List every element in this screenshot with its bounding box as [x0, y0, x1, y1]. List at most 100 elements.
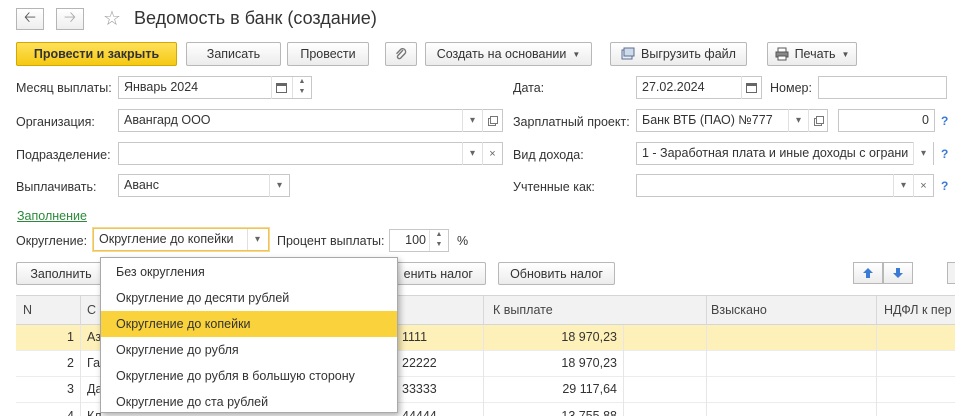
favorite-star-icon[interactable]: ☆	[103, 6, 121, 31]
percent-sign: %	[457, 234, 469, 248]
caret-down-icon: ▾	[469, 148, 476, 159]
row-account: 1111	[402, 330, 428, 344]
move-up-button[interactable]	[853, 262, 883, 284]
department-dropdown-button[interactable]: ▾	[462, 142, 482, 165]
caret-down-icon: ▾	[795, 115, 802, 126]
fill-section-link[interactable]: Заполнение	[17, 208, 87, 224]
caret-down-icon: ▾	[900, 180, 907, 191]
calendar-button[interactable]	[271, 76, 291, 99]
row-employee: Аз	[87, 330, 102, 344]
arrow-up-icon	[863, 268, 873, 278]
post-button[interactable]: Провести	[287, 42, 369, 66]
fill-button[interactable]: Заполнить	[16, 262, 106, 285]
rounding-dropdown-button[interactable]: ▾	[247, 229, 267, 250]
print-button[interactable]: Печать ▼	[767, 42, 857, 66]
income-type-dropdown-button[interactable]: ▾	[913, 142, 933, 165]
pay-dropdown-button[interactable]: ▾	[269, 174, 289, 197]
row-amount: 29 117,64	[562, 382, 617, 396]
salary-project-label: Зарплатный проект:	[513, 115, 630, 129]
number-field[interactable]	[818, 76, 947, 99]
salary-project-dropdown-button[interactable]: ▾	[788, 109, 808, 132]
dropdown-option-ruble[interactable]: Округление до рубля	[101, 337, 397, 363]
month-spinner[interactable]: ▲ ▼	[292, 77, 311, 98]
accounted-as-field[interactable]	[636, 174, 934, 197]
column-header-employee[interactable]: С	[87, 296, 96, 325]
income-type-field[interactable]: 1 - Заработная плата и иные доходы с огр…	[636, 142, 934, 165]
post-and-close-label: Провести и закрыть	[33, 47, 160, 61]
month-value: Январь 2024	[124, 80, 199, 94]
month-label: Месяц выплаты:	[16, 81, 112, 95]
calendar-icon	[276, 83, 287, 93]
attach-button[interactable]	[385, 42, 417, 66]
row-employee: Га	[87, 356, 101, 370]
dropdown-option-hundred-rubles[interactable]: Округление до ста рублей	[101, 389, 397, 415]
organization-field[interactable]: Авангард ООО	[118, 109, 503, 132]
spin-down-icon: ▼	[435, 241, 443, 248]
update-tax-button[interactable]: Обновить налог	[498, 262, 615, 285]
more-button[interactable]	[947, 262, 955, 284]
percent-spinner[interactable]: ▲ ▼	[429, 230, 448, 251]
organization-dropdown-button[interactable]: ▾	[462, 109, 482, 132]
back-button[interactable]: 🡠	[16, 8, 44, 30]
spin-down-icon: ▼	[298, 88, 306, 95]
dropdown-option-kopeck[interactable]: Округление до копейки	[101, 311, 397, 337]
department-field[interactable]	[118, 142, 503, 165]
caret-down-icon: ▾	[920, 148, 927, 159]
help-icon[interactable]: ?	[941, 179, 948, 193]
rounding-label: Округление:	[16, 234, 88, 248]
help-icon[interactable]: ?	[941, 114, 948, 128]
accounted-as-clear-button[interactable]: ×	[913, 174, 933, 197]
clear-icon: ×	[920, 179, 927, 192]
organization-open-button[interactable]	[482, 109, 502, 132]
department-label: Подразделение:	[16, 148, 111, 162]
post-label: Провести	[300, 47, 356, 61]
dropdown-option-no-rounding[interactable]: Без округления	[101, 259, 397, 285]
save-button[interactable]: Записать	[186, 42, 281, 66]
caret-down-icon: ▾	[469, 115, 476, 126]
rounding-value: Округление до копейки	[99, 232, 234, 246]
department-clear-button[interactable]: ×	[482, 142, 502, 165]
column-header-withheld[interactable]: Взыскано	[711, 296, 767, 325]
caret-down-icon: ▾	[276, 180, 283, 191]
rounding-field[interactable]: Округление до копейки	[93, 228, 269, 251]
column-header-n[interactable]: N	[23, 296, 32, 325]
pay-value: Аванс	[124, 178, 159, 192]
help-icon[interactable]: ?	[941, 147, 948, 161]
open-window-icon	[813, 115, 824, 126]
arrow-right-icon: 🡢	[63, 8, 77, 26]
row-number: 1	[67, 330, 74, 344]
row-account: 22222	[402, 356, 437, 370]
dropdown-option-ten-rubles[interactable]: Округление до десяти рублей	[101, 285, 397, 311]
move-down-button[interactable]	[883, 262, 913, 284]
spin-up-icon: ▲	[435, 231, 443, 238]
accounted-as-dropdown-button[interactable]: ▾	[893, 174, 913, 197]
date-calendar-button[interactable]	[741, 76, 761, 99]
page-title: Ведомость в банк (создание)	[134, 8, 377, 28]
row-amount: 18 970,23	[561, 356, 617, 370]
export-icon	[621, 47, 635, 60]
printer-icon	[775, 47, 789, 61]
forward-button[interactable]: 🡢	[56, 8, 84, 30]
dropdown-option-ruble-up[interactable]: Округление до рубля в большую сторону	[101, 363, 397, 389]
date-value: 27.02.2024	[642, 80, 705, 94]
organization-label: Организация:	[16, 115, 95, 129]
arrow-left-icon: 🡠	[23, 8, 37, 26]
pay-label: Выплачивать:	[16, 180, 97, 194]
caret-down-icon: ▼	[841, 49, 850, 59]
post-and-close-button[interactable]: Провести и закрыть	[16, 42, 177, 66]
rounding-dropdown-list: Без округления Округление до десяти рубл…	[100, 257, 398, 413]
calendar-icon	[746, 83, 757, 93]
salary-project-open-button[interactable]	[808, 109, 828, 132]
column-header-to-pay[interactable]: К выплате	[493, 296, 553, 325]
export-file-button[interactable]: Выгрузить файл	[610, 42, 747, 66]
print-label: Печать	[794, 47, 836, 61]
pay-field[interactable]: Аванс	[118, 174, 290, 197]
arrow-down-icon	[893, 268, 903, 278]
fill-label: Заполнить	[30, 266, 92, 281]
salary-project-number-field[interactable]: 0	[838, 109, 935, 132]
caret-down-icon: ▾	[254, 234, 261, 245]
percent-value: 100	[405, 233, 426, 247]
column-header-ndfl[interactable]: НДФЛ к пер	[884, 296, 952, 325]
salary-project-value: Банк ВТБ (ПАО) №777	[642, 113, 773, 127]
create-based-on-button[interactable]: Создать на основании ▼	[425, 42, 592, 66]
